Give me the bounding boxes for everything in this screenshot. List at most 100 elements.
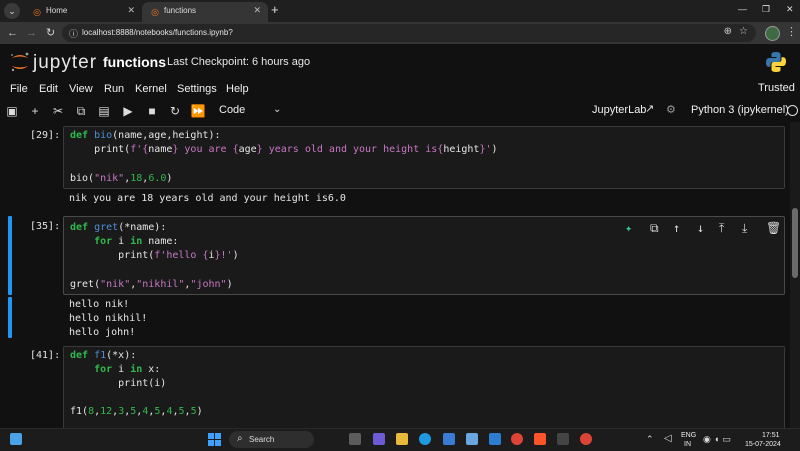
notebook-scrollbar[interactable] [790, 122, 800, 428]
menu-kernel[interactable]: Kernel [135, 83, 167, 95]
store-icon[interactable] [443, 433, 455, 445]
jupyter-wordmark: jupyter [33, 52, 98, 73]
new-tab-button[interactable]: + [271, 3, 279, 17]
scrollbar-thumb[interactable] [792, 208, 798, 278]
menu-bar: File Edit View Run Kernel Settings Help … [0, 80, 800, 100]
tab-search-button[interactable]: ⌄ [4, 3, 20, 19]
windows-start-icon[interactable] [208, 433, 221, 446]
chrome-icon[interactable] [511, 433, 523, 445]
move-down-icon[interactable]: ↓ [697, 221, 704, 235]
address-bar[interactable]: ⓘ localhost:8888/notebooks/functions.ipy… [62, 24, 756, 42]
tab-functions[interactable]: ◎ functions ✕ [142, 2, 268, 22]
maximize-icon[interactable]: ❐ [762, 4, 770, 15]
jupyterlab-link[interactable]: JupyterLab [592, 104, 646, 116]
minimize-icon[interactable]: — [738, 4, 747, 14]
jupyter-logo-icon[interactable] [8, 50, 32, 74]
kebab-menu-icon[interactable]: ⋮ [786, 25, 797, 38]
browser-toolbar: ← → ↻ ⓘ localhost:8888/notebooks/functio… [0, 22, 800, 44]
notebook-panel: [29]: def bio(name,age,height): print(f'… [0, 122, 790, 428]
clock-time[interactable]: 17:51 [762, 432, 780, 439]
terminal-icon[interactable] [557, 433, 569, 445]
external-link-icon[interactable]: ↗ [645, 102, 654, 115]
menu-edit[interactable]: Edit [39, 83, 58, 95]
photos-icon[interactable] [466, 433, 478, 445]
menu-run[interactable]: Run [104, 83, 124, 95]
chevron-down-icon[interactable]: ⌄ [273, 104, 281, 115]
kernel-status-icon [787, 105, 798, 116]
menu-help[interactable]: Help [226, 83, 249, 95]
cell-output: hello nikhil! [69, 313, 148, 324]
file-explorer-icon[interactable] [396, 433, 408, 445]
menu-settings[interactable]: Settings [177, 83, 217, 95]
code-line: print(f'{name} you are {age} years old a… [70, 144, 498, 155]
search-label: Search [249, 435, 275, 444]
kernel-name[interactable]: Python 3 (ipykernel) [691, 104, 789, 116]
cut-icon[interactable]: ✂ [49, 102, 67, 120]
system-tray-icons[interactable]: ◉◖▭ [703, 434, 734, 445]
add-cell-icon[interactable]: + [26, 102, 44, 120]
widgets-icon[interactable] [10, 433, 22, 445]
code-line: gret("nik","nikhil","john") [70, 279, 233, 290]
window-close-icon[interactable]: ✕ [786, 4, 794, 15]
edge-icon[interactable] [419, 433, 431, 445]
zoom-icon[interactable]: ⊕ [724, 26, 732, 37]
close-icon[interactable]: ✕ [127, 5, 135, 16]
forward-arrow-icon[interactable]: → [26, 25, 37, 41]
code-line: for i in x: [94, 364, 161, 375]
profile-avatar[interactable] [765, 26, 780, 41]
code-line: f1(8,12,3,5,4,5,4,5,5) [70, 406, 203, 417]
delete-icon[interactable]: 🗑 [766, 221, 781, 235]
paste-icon[interactable]: ▤ [95, 102, 113, 120]
code-editor[interactable]: def f1(*x): for i in x: print(i) f1(8,12… [63, 346, 785, 428]
insert-above-icon[interactable]: ⤒ [719, 221, 724, 236]
jupyter-favicon-icon: ◎ [151, 7, 159, 17]
code-editor[interactable]: def gret(*name): for i in name: print(f'… [63, 216, 785, 295]
url-text[interactable]: localhost:8888/notebooks/functions.ipynb… [82, 28, 233, 37]
python-logo-icon [766, 52, 786, 72]
language-region[interactable]: IN [684, 441, 691, 448]
language-indicator[interactable]: ENG [681, 432, 696, 439]
back-arrow-icon[interactable]: ← [7, 25, 18, 41]
duplicate-icon[interactable]: ⧉ [650, 221, 659, 236]
active-cell-indicator[interactable] [8, 216, 12, 295]
menu-view[interactable]: View [69, 83, 93, 95]
run-icon[interactable]: ▶ [119, 102, 137, 120]
code-editor[interactable]: def bio(name,age,height): print(f'{name}… [63, 126, 785, 189]
copy-icon[interactable]: ⧉ [72, 102, 90, 120]
teams-icon[interactable] [373, 433, 385, 445]
clock-date[interactable]: 15-07-2024 [745, 441, 781, 448]
output-collapse-bar[interactable] [8, 297, 12, 338]
site-info-icon[interactable]: ⓘ [69, 27, 78, 40]
task-view-icon[interactable] [349, 433, 361, 445]
taskbar-search[interactable]: ⌕ Search [229, 431, 314, 448]
pen-icon[interactable]: ◁ [664, 433, 672, 444]
menu-file[interactable]: File [10, 83, 28, 95]
close-icon[interactable]: ✕ [253, 5, 261, 16]
code-line: print(i) [70, 378, 167, 389]
reload-icon[interactable]: ↻ [46, 25, 55, 41]
tab-label: functions [164, 6, 197, 15]
move-up-icon[interactable]: ↑ [673, 221, 680, 235]
fast-forward-icon[interactable]: ⏩ [189, 102, 207, 120]
bookmark-star-icon[interactable]: ☆ [739, 26, 748, 37]
app-icon[interactable] [489, 433, 501, 445]
stop-icon[interactable]: ■ [143, 102, 161, 120]
insert-below-icon[interactable]: ⤓ [742, 221, 747, 236]
save-icon[interactable]: ▣ [3, 102, 21, 120]
jupyter-header: jupyter functions Last Checkpoint: 6 hou… [0, 44, 800, 80]
search-icon: ⌕ [237, 433, 243, 444]
chevron-up-icon[interactable]: ⌃ [646, 434, 654, 445]
chrome-active-icon[interactable] [580, 433, 592, 445]
brave-icon[interactable] [534, 433, 546, 445]
code-line: def f1(*x): [70, 350, 137, 361]
sparkle-icon[interactable]: ✦ [625, 221, 632, 235]
notebook-title[interactable]: functions [103, 54, 166, 70]
cell-prompt: [41]: [30, 350, 61, 361]
trusted-indicator[interactable]: Trusted [758, 82, 795, 94]
cell-output: hello john! [69, 327, 136, 338]
gear-icon[interactable]: ⚙ [666, 103, 676, 116]
restart-icon[interactable]: ↻ [166, 102, 184, 120]
code-line: bio("nik",18,6.0) [70, 173, 173, 184]
cell-type-select[interactable]: Code [219, 104, 245, 116]
tab-home[interactable]: ◎ Home ✕ [24, 2, 142, 22]
